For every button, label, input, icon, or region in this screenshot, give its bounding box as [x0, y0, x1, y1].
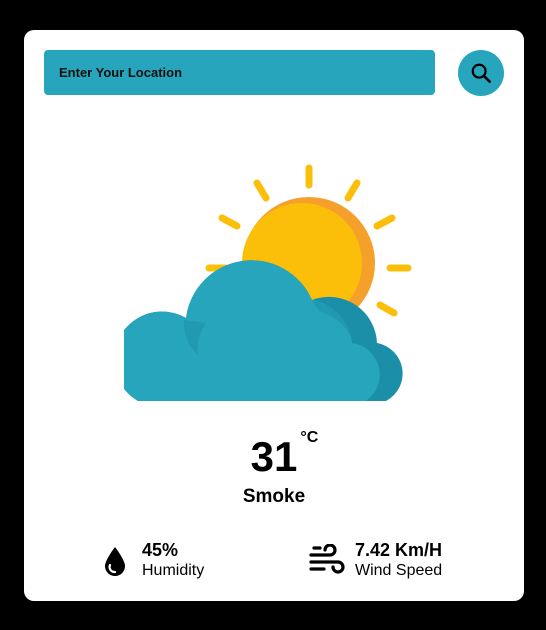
weather-card: 31°C Smoke 45% Humidity 7.42 Km/H Wind S…	[24, 30, 524, 601]
wind-stat: 7.42 Km/H Wind Speed	[308, 540, 442, 581]
temperature-display: 31 °C	[24, 429, 524, 481]
sun-behind-cloud-icon	[124, 164, 412, 401]
wind-label: Wind Speed	[355, 562, 443, 579]
temperature-value: 31 °C	[250, 429, 319, 481]
wind-value: 7.42 Km/H	[355, 540, 443, 560]
humidity-stat: 45% Humidity	[102, 540, 204, 581]
water-drop-icon	[105, 546, 125, 576]
wind-text: 7.42 Km/H Wind Speed	[355, 540, 442, 581]
humidity-label: Humidity	[142, 562, 205, 579]
search-button[interactable]	[458, 50, 504, 96]
search-bar	[44, 50, 435, 95]
wind-icon	[309, 543, 345, 574]
weather-condition: Smoke	[242, 486, 306, 507]
search-icon	[471, 63, 491, 83]
temperature-number: 31	[250, 433, 298, 480]
humidity-text: 45% Humidity	[142, 540, 204, 581]
temperature-unit: °C	[300, 429, 319, 446]
humidity-value: 45%	[142, 540, 179, 560]
location-input[interactable]	[59, 50, 435, 95]
